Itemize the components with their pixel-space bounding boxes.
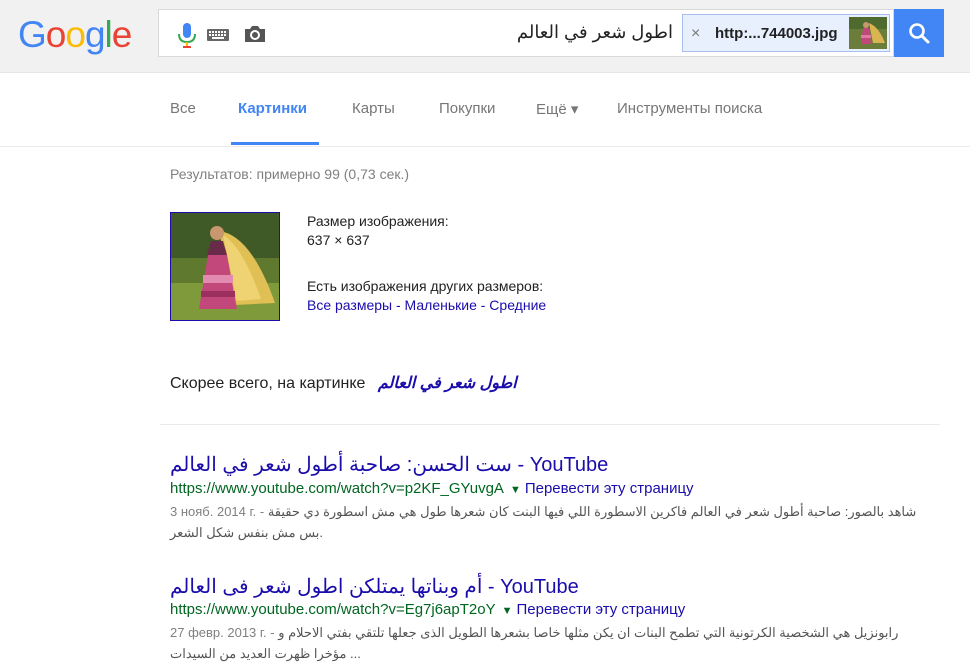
tab-more[interactable]: Ещё ▾ xyxy=(536,100,578,118)
translate-link[interactable]: Перевести эту страницу xyxy=(525,480,694,497)
result-snippet: 3 нояб. 2014 г. - شاهد بالصور: صاحبة أطو… xyxy=(170,501,930,543)
result-snippet-text: رابونزيل هي الشخصية الكرتونية التي تطمح … xyxy=(170,625,899,661)
result-url[interactable]: https://www.youtube.com/watch?v=Eg7j6apT… xyxy=(170,601,496,618)
search-query[interactable]: اطول شعر في العالم xyxy=(517,22,673,43)
dropdown-arrow-icon[interactable]: ▼ xyxy=(502,605,513,617)
result-snippet: 27 февр. 2013 г. - رابونزيل هي الشخصية ا… xyxy=(170,622,930,664)
microphone-icon[interactable] xyxy=(175,22,199,50)
tab-all[interactable]: Все xyxy=(170,100,196,117)
result-url[interactable]: https://www.youtube.com/watch?v=p2KF_GYu… xyxy=(170,480,504,497)
result-stats: Результатов: примерно 99 (0,73 сек.) xyxy=(170,166,410,182)
camera-icon[interactable] xyxy=(243,24,267,44)
header-bar: Google اطول شعر في العالم × http:...7440… xyxy=(0,0,970,73)
google-logo[interactable]: Google xyxy=(18,14,132,56)
image-size-label: Размер изображения: xyxy=(307,213,449,229)
search-image-chip[interactable]: × http:...744003.jpg xyxy=(682,14,890,52)
divider xyxy=(160,424,940,425)
best-guess-link[interactable]: اطول شعر في العالم xyxy=(378,375,517,392)
search-icon xyxy=(909,23,930,44)
best-guess: Скорее всего, на картинке اطول شعر في ال… xyxy=(170,373,517,393)
translate-link[interactable]: Перевести эту страницу xyxy=(517,601,686,618)
tab-search-tools[interactable]: Инструменты поиска xyxy=(617,100,762,117)
tab-images[interactable]: Картинки xyxy=(238,100,307,117)
search-tabs: Все Картинки Карты Покупки Ещё ▾ Инструм… xyxy=(0,72,970,147)
result-date: 27 февр. 2013 г. - xyxy=(170,625,275,640)
active-tab-indicator xyxy=(231,142,319,145)
size-links[interactable]: Все размеры - Маленькие - Средние xyxy=(307,297,546,313)
query-image-thumbnail xyxy=(849,17,887,49)
result-date: 3 нояб. 2014 г. - xyxy=(170,504,265,519)
result-image-thumbnail[interactable] xyxy=(170,212,280,321)
tab-shopping[interactable]: Покупки xyxy=(439,100,495,117)
result-url-line: https://www.youtube.com/watch?v=Eg7j6apT… xyxy=(170,601,685,618)
remove-image-icon[interactable]: × xyxy=(691,25,700,43)
result-snippet-text: شاهد بالصور: صاحبة أطول شعر في العالم فا… xyxy=(170,504,917,540)
result-title[interactable]: أم وبناتها يمتلكن اطول شعر فى العالم - Y… xyxy=(170,574,579,599)
result-title[interactable]: ست الحسن: صاحبة أطول شعر في العالم - You… xyxy=(170,452,608,477)
keyboard-icon[interactable] xyxy=(207,29,229,41)
image-chip-filename: http:...744003.jpg xyxy=(715,25,838,42)
search-button[interactable] xyxy=(894,9,944,57)
dropdown-arrow-icon[interactable]: ▼ xyxy=(510,484,521,496)
search-box[interactable]: اطول شعر في العالم × http:...744003.jpg xyxy=(158,9,894,57)
result-url-line: https://www.youtube.com/watch?v=p2KF_GYu… xyxy=(170,480,694,497)
best-guess-label: Скорее всего, на картинке xyxy=(170,375,366,392)
other-sizes-label: Есть изображения других размеров: xyxy=(307,278,544,294)
result-image xyxy=(171,213,279,320)
image-size-value: 637 × 637 xyxy=(307,232,370,248)
tab-maps[interactable]: Карты xyxy=(352,100,395,117)
